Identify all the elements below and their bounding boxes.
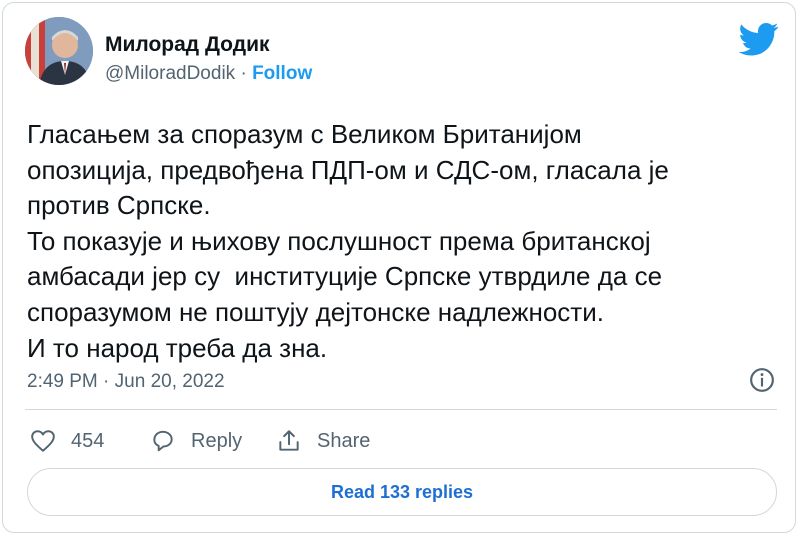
reply-label: Reply bbox=[191, 429, 243, 452]
handle-separator: · bbox=[240, 63, 247, 84]
author-name[interactable]: Милорад Додик bbox=[105, 33, 269, 57]
reply-button[interactable]: Reply bbox=[149, 427, 242, 455]
tweet-timestamp[interactable]: 2:49 PM · Jun 20, 2022 bbox=[27, 371, 225, 393]
avatar[interactable] bbox=[25, 17, 93, 85]
divider bbox=[25, 409, 777, 410]
info-icon[interactable] bbox=[749, 367, 775, 393]
twitter-logo-icon[interactable] bbox=[739, 19, 779, 59]
reply-bubble-icon bbox=[153, 430, 173, 452]
tweet-line: Гласањем за споразум с Великом Британијо… bbox=[27, 119, 582, 149]
tweet-line: против Српске. bbox=[27, 190, 211, 221]
avatar-photo bbox=[25, 17, 93, 85]
author-handle-row: @MiloradDodik · Follow bbox=[105, 63, 312, 85]
tweet-text: Гласањем за споразум с Великом Британијо… bbox=[27, 117, 777, 366]
like-count: 454 bbox=[71, 429, 105, 452]
like-button[interactable]: 454 bbox=[29, 427, 104, 455]
follow-button[interactable]: Follow bbox=[252, 63, 312, 84]
tweet-line: амбасади јер су институције Српске утврд… bbox=[27, 261, 663, 292]
tweet-line: И то народ треба да зна. bbox=[27, 332, 328, 363]
tweet-card: Милорад Додик @MiloradDodik · Follow Гла… bbox=[2, 2, 796, 533]
tweet-time: 2:49 PM bbox=[27, 371, 98, 392]
read-replies-button[interactable]: Read 133 replies bbox=[27, 468, 777, 516]
heart-icon bbox=[31, 430, 55, 452]
author-handle[interactable]: @MiloradDodik bbox=[105, 63, 235, 84]
tweet-line: споразумом не поштују дејтонске надлежно… bbox=[27, 296, 604, 327]
timestamp-separator: · bbox=[103, 371, 110, 392]
share-label: Share bbox=[317, 429, 371, 452]
share-button[interactable]: Share bbox=[275, 427, 370, 455]
tweet-date: Jun 20, 2022 bbox=[114, 371, 225, 392]
share-icon bbox=[279, 430, 299, 451]
tweet-line: опозиција, предвођена ПДП-ом и СДС-ом, г… bbox=[27, 154, 669, 185]
tweet-line: То показује и њихову послушност према бр… bbox=[27, 225, 651, 256]
